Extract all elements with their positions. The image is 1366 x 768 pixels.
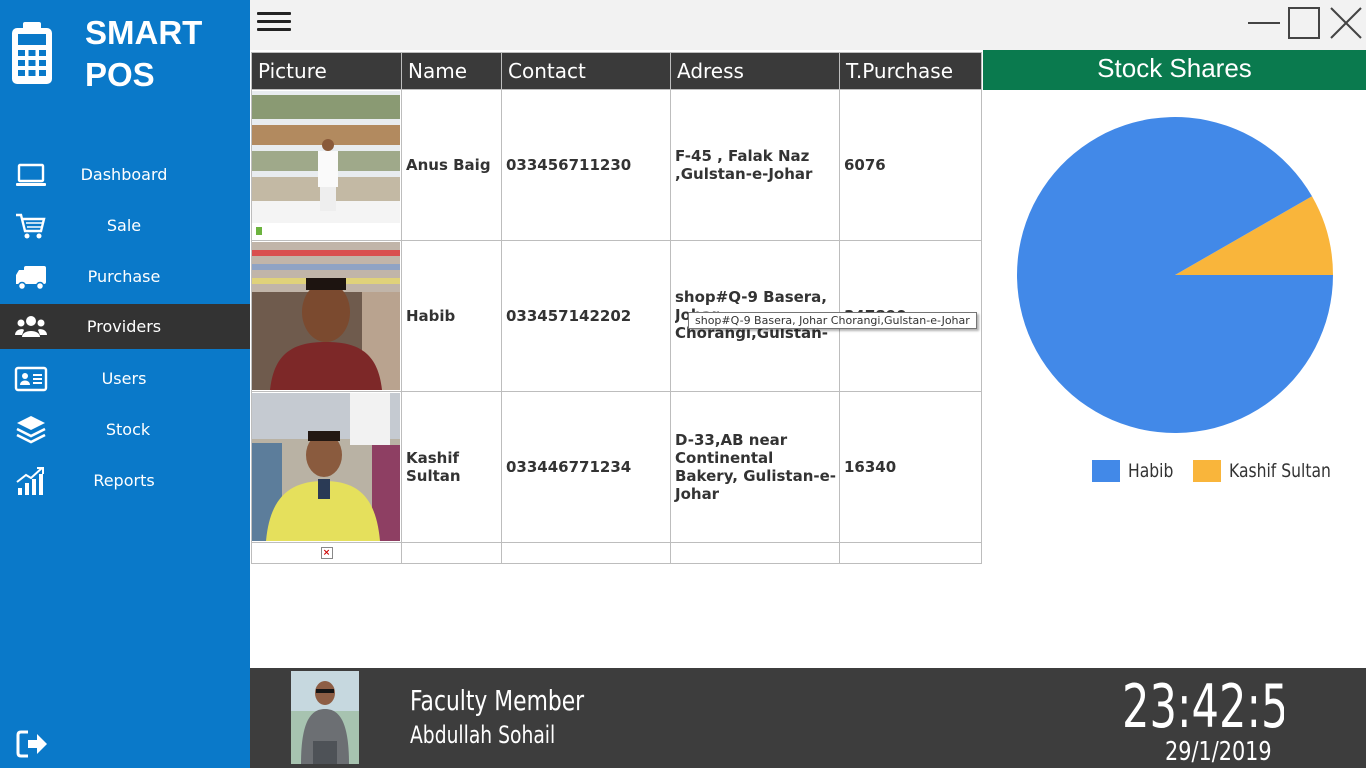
contact-cell[interactable]: 033446771234 bbox=[501, 391, 671, 543]
legend-label: Kashif Sultan bbox=[1229, 460, 1331, 482]
legend-item-habib: Habib bbox=[1092, 460, 1183, 482]
column-header-address[interactable]: Adress bbox=[670, 52, 840, 90]
clock-time: 23:42:53 bbox=[1122, 672, 1284, 742]
stock-shares-pie-chart bbox=[1017, 117, 1333, 434]
column-header-picture[interactable]: Picture bbox=[251, 52, 402, 90]
close-icon[interactable] bbox=[1328, 6, 1364, 40]
top-bar bbox=[250, 0, 1366, 50]
logout-icon[interactable] bbox=[16, 729, 50, 759]
sidebar-item-providers[interactable]: Providers bbox=[0, 304, 250, 349]
sidebar-item-dashboard[interactable]: Dashboard bbox=[0, 152, 250, 197]
legend-swatch bbox=[1193, 460, 1221, 482]
maximize-icon[interactable] bbox=[1286, 6, 1322, 40]
pie-slice-habib[interactable] bbox=[1017, 117, 1333, 434]
picture-cell[interactable] bbox=[251, 89, 402, 241]
legend-label: Habib bbox=[1128, 460, 1174, 482]
provider-photo bbox=[252, 91, 400, 239]
sidebar-item-label: Purchase bbox=[87, 267, 161, 286]
t-purchase-cell[interactable]: 16340 bbox=[839, 391, 982, 543]
sidebar-item-label: Dashboard bbox=[80, 165, 168, 184]
empty-cell[interactable] bbox=[839, 542, 982, 564]
empty-cell[interactable] bbox=[670, 542, 840, 564]
hamburger-menu-icon[interactable] bbox=[257, 12, 291, 36]
table-header-row: Picture Name Contact Adress T.Purchase bbox=[251, 52, 982, 90]
chart-title: Stock Shares bbox=[983, 50, 1366, 90]
table-row[interactable]: Anus Baig 033456711230 F-45 , Falak Naz … bbox=[251, 89, 982, 241]
t-purchase-cell[interactable]: 6076 bbox=[839, 89, 982, 241]
column-header-t-purchase[interactable]: T.Purchase bbox=[839, 52, 982, 90]
name-cell[interactable]: Kashif Sultan bbox=[401, 391, 502, 543]
logo-line-1: SMART bbox=[85, 14, 203, 51]
address-cell[interactable]: D-33,AB near Continental Bakery, Gulista… bbox=[670, 391, 840, 543]
contact-cell[interactable]: 033457142202 bbox=[501, 240, 671, 392]
sidebar-item-label: Stock bbox=[105, 420, 151, 439]
sidebar-item-reports[interactable]: Reports bbox=[0, 458, 250, 503]
sidebar-item-stock[interactable]: Stock bbox=[0, 407, 250, 452]
sidebar-item-label: Providers bbox=[86, 317, 162, 336]
table-row[interactable]: Kashif Sultan 033446771234 D-33,AB near … bbox=[251, 391, 982, 543]
new-row[interactable]: × bbox=[251, 542, 982, 564]
user-avatar bbox=[291, 671, 359, 764]
sidebar-item-purchase[interactable]: Purchase bbox=[0, 254, 250, 299]
calculator-logo-icon bbox=[12, 22, 52, 84]
name-cell[interactable]: Anus Baig bbox=[401, 89, 502, 241]
broken-image-icon: × bbox=[320, 547, 333, 559]
clock-time-text: 23:42:53 bbox=[1122, 672, 1284, 742]
sidebar: SMART POS Dashboard Sale Purchase Provid… bbox=[0, 0, 250, 768]
sidebar-item-label: Users bbox=[101, 369, 147, 388]
sidebar-item-users[interactable]: Users bbox=[0, 356, 250, 401]
picture-cell[interactable]: × bbox=[251, 542, 402, 564]
column-header-contact[interactable]: Contact bbox=[501, 52, 671, 90]
legend-item-kashif-sultan: Kashif Sultan bbox=[1193, 460, 1353, 482]
providers-table: Picture Name Contact Adress T.Purchase A… bbox=[251, 52, 982, 564]
provider-photo bbox=[252, 393, 400, 541]
column-header-name[interactable]: Name bbox=[401, 52, 502, 90]
clock-date: 29/1/2019 bbox=[1165, 737, 1272, 767]
provider-photo bbox=[252, 242, 400, 390]
legend-swatch bbox=[1092, 460, 1120, 482]
sidebar-item-label: Reports bbox=[93, 471, 155, 490]
picture-cell[interactable] bbox=[251, 240, 402, 392]
logo-line-2: POS bbox=[85, 56, 155, 93]
contact-cell[interactable]: 033456711230 bbox=[501, 89, 671, 241]
empty-cell[interactable] bbox=[401, 542, 502, 564]
app-logo-text: SMART POS bbox=[85, 12, 202, 96]
user-role: Faculty Member bbox=[410, 684, 585, 717]
user-name: Abdullah Sohail bbox=[410, 721, 556, 749]
empty-cell[interactable] bbox=[501, 542, 671, 564]
name-cell[interactable]: Habib bbox=[401, 240, 502, 392]
address-cell[interactable]: F-45 , Falak Naz ,Gulstan-e-Johar bbox=[670, 89, 840, 241]
picture-cell[interactable] bbox=[251, 391, 402, 543]
minimize-icon[interactable] bbox=[1246, 6, 1282, 40]
sidebar-item-sale[interactable]: Sale bbox=[0, 203, 250, 248]
address-tooltip: shop#Q-9 Basera, Johar Chorangi,Gulstan-… bbox=[688, 312, 977, 329]
sidebar-item-label: Sale bbox=[106, 216, 142, 235]
